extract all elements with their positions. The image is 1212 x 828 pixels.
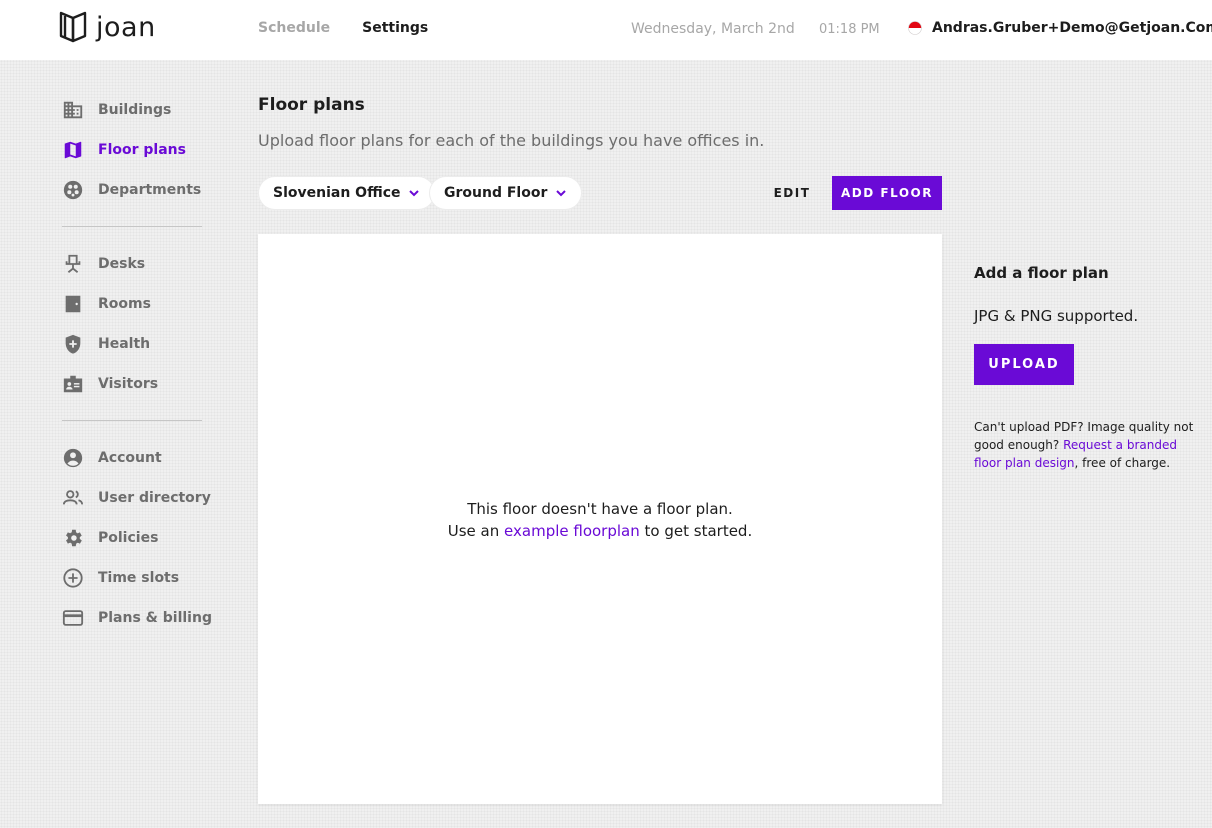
logo-text: joan xyxy=(96,11,156,43)
sidebar-divider xyxy=(62,420,202,421)
sidebar-item-policies[interactable]: Policies xyxy=(62,518,202,558)
add-floor-button[interactable]: ADD FLOOR xyxy=(832,176,942,210)
door-icon xyxy=(65,295,81,313)
upload-button[interactable]: UPLOAD xyxy=(974,344,1074,385)
sidebar-item-label: Buildings xyxy=(98,102,172,118)
departments-icon xyxy=(63,180,83,200)
map-icon xyxy=(64,141,82,159)
building-icon xyxy=(63,101,83,119)
chevron-down-icon xyxy=(556,190,567,197)
empty-message-prefix: Use an xyxy=(447,522,500,540)
sidebar-item-label: Health xyxy=(98,336,151,352)
current-date: Wednesday, March 2nd xyxy=(631,21,795,37)
sidebar-item-time-slots[interactable]: Time slots xyxy=(62,558,202,598)
credit-card-icon xyxy=(62,610,84,626)
pdf-help-suffix: , free of charge. xyxy=(1074,456,1171,470)
shield-plus-icon xyxy=(65,334,81,354)
desk-chair-icon xyxy=(65,254,81,273)
sidebar-item-health[interactable]: Health xyxy=(62,324,202,364)
empty-floor-plan-message: This floor doesn't have a floor plan. Us… xyxy=(258,498,942,542)
gear-icon xyxy=(66,529,82,547)
tab-settings[interactable]: Settings xyxy=(362,20,428,36)
sidebar-item-label: Desks xyxy=(98,256,146,272)
sidebar-item-visitors[interactable]: Visitors xyxy=(62,364,202,404)
building-select[interactable]: Slovenian Office xyxy=(259,177,435,209)
current-time: 01:18 PM xyxy=(819,22,880,37)
sidebar-item-account[interactable]: Account xyxy=(62,438,202,478)
user-menu[interactable]: Andras.Gruber+Demo@Getjoan.Com xyxy=(908,20,1212,36)
sidebar-item-buildings[interactable]: Buildings xyxy=(62,90,202,130)
joan-logo[interactable]: joan xyxy=(58,10,156,44)
empty-message-suffix: to get started. xyxy=(644,522,753,540)
sidebar-item-floor-plans[interactable]: Floor plans xyxy=(62,130,202,170)
user-email: Andras.Gruber+Demo@Getjoan.Com xyxy=(932,20,1212,36)
users-icon xyxy=(62,490,84,505)
supported-formats-text: JPG & PNG supported. xyxy=(974,307,1139,325)
sidebar-item-label: Departments xyxy=(98,182,202,198)
sidebar-item-label: Policies xyxy=(98,530,159,546)
empty-message-line1: This floor doesn't have a floor plan. xyxy=(467,500,733,518)
pdf-help-note: Can't upload PDF? Image quality not good… xyxy=(974,418,1194,472)
sidebar-item-label: Visitors xyxy=(98,376,159,392)
settings-sidebar: Buildings Floor plans Departments Desks … xyxy=(62,90,212,638)
sidebar-item-rooms[interactable]: Rooms xyxy=(62,284,202,324)
slovenia-flag-icon xyxy=(908,21,922,35)
sidebar-item-label: Rooms xyxy=(98,296,151,312)
example-floorplan-link[interactable]: example floorplan xyxy=(504,522,640,540)
sidebar-divider xyxy=(62,226,202,227)
sidebar-item-desks[interactable]: Desks xyxy=(62,244,202,284)
joan-logo-icon xyxy=(59,11,87,43)
building-select-value: Slovenian Office xyxy=(273,185,401,201)
sidebar-item-label: User directory xyxy=(98,490,211,506)
sidebar-item-plans-billing[interactable]: Plans & billing xyxy=(62,598,212,638)
account-icon xyxy=(63,448,83,468)
page-title: Floor plans xyxy=(258,95,365,115)
top-header: joan Schedule Settings Wednesday, March … xyxy=(0,0,1212,60)
top-nav: Schedule Settings xyxy=(258,20,428,36)
sidebar-item-label: Account xyxy=(98,450,162,466)
tab-schedule[interactable]: Schedule xyxy=(258,20,330,36)
badge-icon xyxy=(63,375,83,393)
add-floor-plan-title: Add a floor plan xyxy=(974,264,1109,282)
sidebar-item-label: Plans & billing xyxy=(98,610,212,626)
page-subtitle: Upload floor plans for each of the build… xyxy=(258,131,765,150)
empty-message-line2: Use an example floorplan to get started. xyxy=(258,520,942,542)
sidebar-item-user-directory[interactable]: User directory xyxy=(62,478,211,518)
plus-circle-icon xyxy=(63,568,83,588)
floor-plan-canvas: This floor doesn't have a floor plan. Us… xyxy=(258,234,942,804)
edit-floor-button[interactable]: EDIT xyxy=(768,176,816,210)
sidebar-item-departments[interactable]: Departments xyxy=(62,170,202,210)
floor-select-value: Ground Floor xyxy=(444,185,548,201)
sidebar-item-label: Floor plans xyxy=(98,142,186,158)
floor-select[interactable]: Ground Floor xyxy=(430,177,582,209)
sidebar-item-label: Time slots xyxy=(98,570,180,586)
chevron-down-icon xyxy=(409,190,420,197)
